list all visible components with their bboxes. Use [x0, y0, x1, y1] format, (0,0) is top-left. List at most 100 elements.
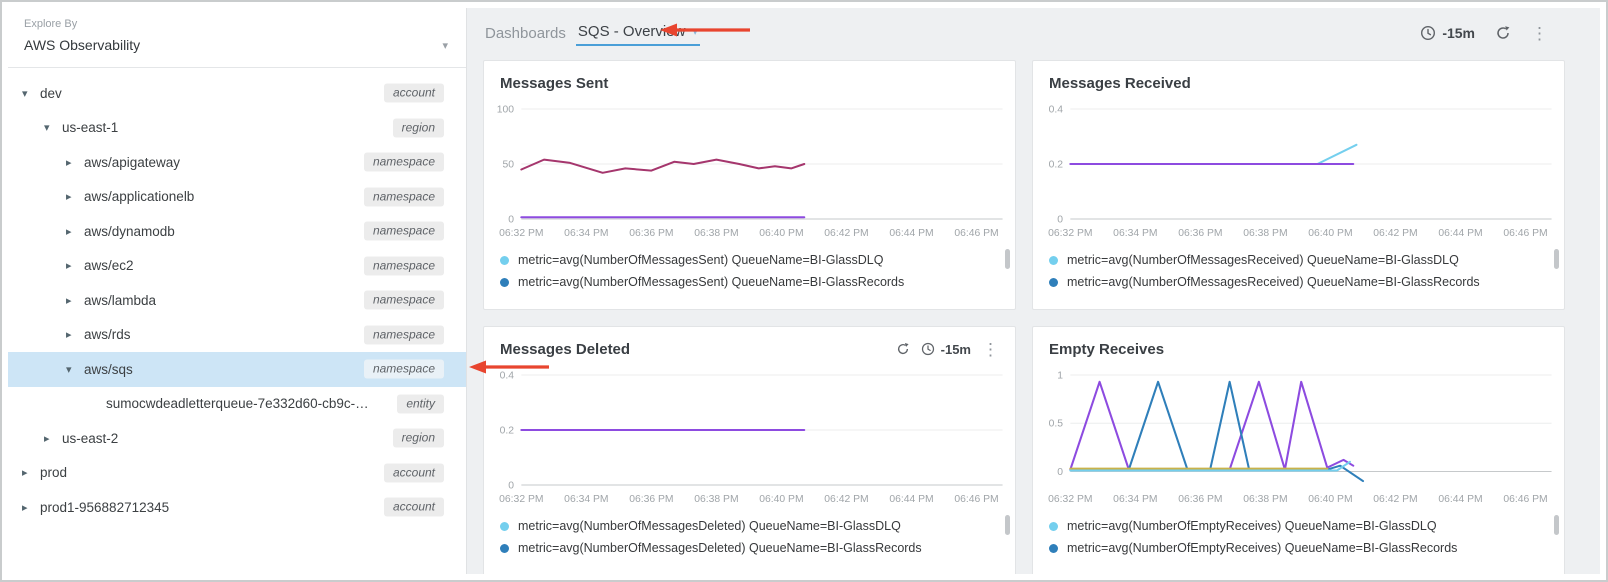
chevron-down-icon[interactable]: ▾: [44, 121, 62, 134]
tree-item-us-east-1[interactable]: ▾us-east-1region: [8, 111, 466, 146]
svg-text:06:36 PM: 06:36 PM: [1178, 228, 1222, 239]
header-controls: -15m ⋮: [1420, 25, 1548, 42]
legend-item[interactable]: metric=avg(NumberOfMessagesDeleted) Queu…: [500, 519, 993, 533]
chevron-right-icon[interactable]: ▸: [66, 328, 84, 341]
tree-item-us-east-2[interactable]: ▸us-east-2 region: [8, 421, 466, 456]
explore-tree: ▾devaccount▾us-east-1region▸aws/apigatew…: [8, 68, 466, 525]
svg-text:06:44 PM: 06:44 PM: [1438, 494, 1482, 505]
chevron-down-icon: ▾: [692, 25, 698, 38]
tree-item-label: prod: [40, 465, 67, 480]
tree-item-type-badge: account: [384, 84, 444, 103]
tree-item-aws-lambda[interactable]: ▸aws/lambdanamespace: [8, 283, 466, 318]
legend-item[interactable]: metric=avg(NumberOfMessagesDeleted) Queu…: [500, 541, 993, 555]
legend-label: metric=avg(NumberOfMessagesSent) QueueNa…: [518, 253, 883, 267]
tree-item-label: us-east-2: [62, 431, 118, 446]
chevron-right-icon[interactable]: ▸: [66, 259, 84, 272]
panel-time-range-value: -15m: [941, 342, 971, 357]
refresh-icon: [1495, 25, 1511, 41]
tree-item-type-badge: account: [384, 498, 444, 517]
chevron-right-icon[interactable]: ▸: [66, 294, 84, 307]
tree-item-aws-dynamodb[interactable]: ▸aws/dynamodbnamespace: [8, 214, 466, 249]
dashboard-selector[interactable]: SQS - Overview ▾: [576, 20, 700, 46]
tree-item-aws-rds[interactable]: ▸aws/rdsnamespace: [8, 318, 466, 353]
legend-item[interactable]: metric=avg(NumberOfEmptyReceives) QueueN…: [1049, 519, 1542, 533]
legend-color-dot: [1049, 256, 1058, 265]
panel-empty-receives: Empty Receives00.5106:32 PM06:34 PM06:36…: [1032, 326, 1565, 574]
tree-item-aws-applicationelb[interactable]: ▸aws/applicationelbnamespace: [8, 180, 466, 215]
svg-text:06:42 PM: 06:42 PM: [1373, 228, 1417, 239]
legend-label: metric=avg(NumberOfMessagesSent) QueueNa…: [518, 275, 904, 289]
tree-item-prod[interactable]: ▸prodaccount: [8, 456, 466, 491]
svg-text:06:34 PM: 06:34 PM: [1113, 228, 1157, 239]
tree-item-aws-sqs[interactable]: ▾aws/sqsnamespace: [8, 352, 466, 387]
legend-item[interactable]: metric=avg(NumberOfMessagesReceived) Que…: [1049, 253, 1542, 267]
clock-icon: [1420, 25, 1436, 41]
legend-scrollbar[interactable]: [1005, 515, 1010, 535]
svg-text:06:40 PM: 06:40 PM: [1308, 228, 1352, 239]
tree-item-type-badge: entity: [397, 394, 444, 413]
panel-controls: -15m ⋮: [896, 341, 999, 358]
legend-item[interactable]: metric=avg(NumberOfMessagesSent) QueueNa…: [500, 253, 993, 267]
legend-item[interactable]: metric=avg(NumberOfMessagesSent) QueueNa…: [500, 275, 993, 289]
tree-item-sumocwdeadletterqueue-7e332d60-cb9c-11e8[interactable]: sumocwdeadletterqueue-7e332d60-cb9c-11e8…: [8, 387, 466, 422]
svg-text:06:32 PM: 06:32 PM: [499, 228, 543, 239]
breadcrumb-dashboards[interactable]: Dashboards: [485, 25, 566, 42]
tree-item-type-badge: region: [393, 429, 444, 448]
svg-text:0.5: 0.5: [1049, 419, 1064, 430]
panel-kebab-menu-icon[interactable]: ⋮: [982, 341, 999, 358]
chevron-right-icon[interactable]: ▸: [66, 225, 84, 238]
chevron-right-icon[interactable]: ▸: [22, 501, 40, 514]
panel-time-range-control[interactable]: -15m: [921, 342, 971, 357]
source-selector-value: AWS Observability: [24, 37, 140, 53]
tree-item-label: aws/dynamodb: [84, 224, 175, 239]
chevron-down-icon[interactable]: ▾: [22, 87, 40, 100]
svg-text:50: 50: [503, 160, 515, 171]
tree-item-type-badge: namespace: [364, 291, 444, 310]
tree-item-aws-ec2[interactable]: ▸aws/ec2namespace: [8, 249, 466, 284]
legend-scrollbar[interactable]: [1554, 515, 1559, 535]
svg-text:06:38 PM: 06:38 PM: [1243, 228, 1287, 239]
chevron-right-icon[interactable]: ▸: [44, 432, 62, 445]
panel-messages-deleted: Messages Deleted-15m⋮00.20.406:32 PM06:3…: [483, 326, 1016, 574]
chart-messages-deleted: 00.20.406:32 PM06:34 PM06:36 PM06:38 PM0…: [484, 361, 1015, 509]
time-range-value: -15m: [1442, 25, 1475, 41]
dashboard-title: SQS - Overview: [578, 23, 686, 40]
chevron-right-icon[interactable]: ▸: [66, 156, 84, 169]
explore-sidebar: Explore By AWS Observability ▾ ▾devaccou…: [8, 8, 467, 574]
tree-item-label: aws/sqs: [84, 362, 133, 377]
source-selector[interactable]: AWS Observability ▾: [24, 37, 450, 61]
tree-item-aws-apigateway[interactable]: ▸aws/apigatewaynamespace: [8, 145, 466, 180]
tree-item-prod1-956882712345[interactable]: ▸prod1-956882712345 account: [8, 490, 466, 525]
tree-item-label: sumocwdeadletterqueue-7e332d60-cb9c-11e8…: [106, 396, 371, 411]
tree-item-type-badge: namespace: [364, 187, 444, 206]
legend: metric=avg(NumberOfMessagesSent) QueueNa…: [484, 243, 1015, 305]
legend-item[interactable]: metric=avg(NumberOfEmptyReceives) QueueN…: [1049, 541, 1542, 555]
chevron-down-icon[interactable]: ▾: [66, 363, 84, 376]
svg-text:06:32 PM: 06:32 PM: [499, 494, 543, 505]
legend: metric=avg(NumberOfMessagesDeleted) Queu…: [484, 509, 1015, 571]
svg-text:0.4: 0.4: [1049, 105, 1064, 116]
legend-scrollbar[interactable]: [1005, 249, 1010, 269]
tree-item-dev[interactable]: ▾devaccount: [8, 76, 466, 111]
chevron-right-icon[interactable]: ▸: [66, 190, 84, 203]
kebab-menu-icon[interactable]: ⋮: [1531, 25, 1548, 42]
legend-scrollbar[interactable]: [1554, 249, 1559, 269]
svg-text:06:40 PM: 06:40 PM: [759, 494, 803, 505]
svg-text:0.4: 0.4: [500, 371, 515, 382]
svg-text:0: 0: [1057, 215, 1063, 226]
chevron-right-icon[interactable]: ▸: [22, 466, 40, 479]
panel-title: Messages Received: [1049, 75, 1191, 92]
svg-text:06:40 PM: 06:40 PM: [759, 228, 803, 239]
refresh-button[interactable]: [1495, 25, 1511, 41]
tree-item-label: prod1-956882712345: [40, 500, 169, 515]
legend: metric=avg(NumberOfEmptyReceives) QueueN…: [1033, 509, 1564, 571]
tree-item-type-badge: region: [393, 118, 444, 137]
svg-text:06:38 PM: 06:38 PM: [694, 228, 738, 239]
svg-text:0: 0: [1057, 467, 1063, 478]
tree-item-type-badge: namespace: [364, 153, 444, 172]
time-range-control[interactable]: -15m: [1420, 25, 1475, 41]
panel-refresh-button[interactable]: [896, 342, 910, 356]
svg-text:06:36 PM: 06:36 PM: [1178, 494, 1222, 505]
refresh-icon: [896, 342, 910, 356]
legend-item[interactable]: metric=avg(NumberOfMessagesReceived) Que…: [1049, 275, 1542, 289]
